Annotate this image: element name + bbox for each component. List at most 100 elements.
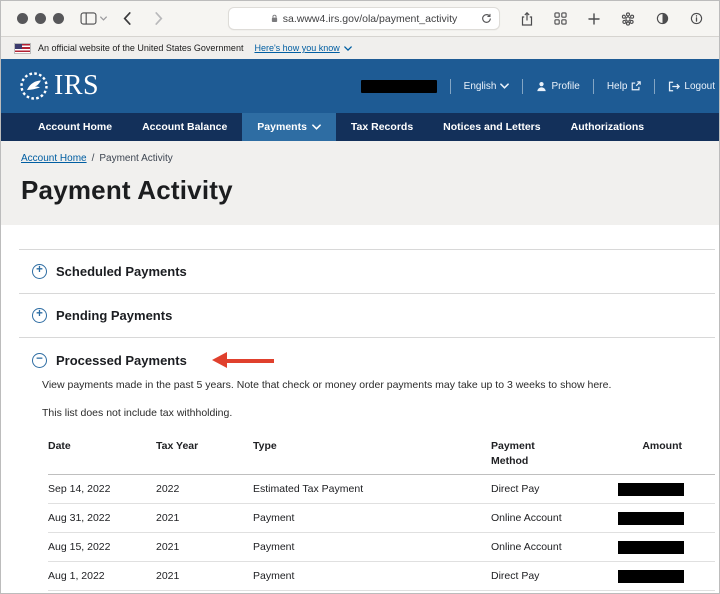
extensions-icon[interactable] — [621, 11, 635, 26]
breadcrumb-separator: / — [91, 153, 95, 164]
table-row: Aug 15, 2022 2021 Payment Online Account — [48, 533, 715, 562]
chevron-down-icon — [100, 16, 107, 21]
header-utility-nav: English Profile Help Logout — [360, 78, 715, 94]
cell-tax-year: 2021 — [156, 512, 180, 524]
window-zoom-button[interactable] — [53, 13, 64, 24]
logout-icon — [668, 81, 681, 92]
gov-banner-link[interactable]: Here's how you know — [254, 43, 352, 53]
chevron-down-icon — [312, 124, 321, 130]
logout-link[interactable]: Logout — [668, 81, 715, 92]
amount-redacted-bar — [618, 569, 684, 583]
logout-label: Logout — [684, 80, 715, 92]
username-redacted — [360, 79, 437, 93]
reload-button[interactable] — [481, 13, 492, 24]
primary-nav: Account Home Account Balance Payments Ta… — [1, 113, 719, 141]
gov-banner-text: An official website of the United States… — [38, 43, 244, 53]
chevron-down-icon — [343, 45, 352, 51]
page-hero: Account Home / Payment Activity Payment … — [1, 141, 719, 225]
external-link-icon — [631, 81, 642, 91]
breadcrumb: Account Home / Payment Activity — [21, 153, 713, 164]
help-link[interactable]: Help — [607, 81, 642, 92]
sidebar-toggle-button[interactable] — [80, 12, 107, 25]
cell-type: Estimated Tax Payment — [253, 483, 364, 495]
info-circle-icon[interactable] — [690, 12, 703, 25]
red-annotation-arrow — [211, 352, 274, 369]
language-dropdown[interactable]: English — [464, 81, 510, 92]
table-row: Aug 31, 2022 2021 Payment Online Account — [48, 504, 715, 533]
profile-label: Profile — [551, 80, 580, 92]
new-tab-icon[interactable] — [588, 12, 600, 25]
separator — [592, 78, 594, 94]
cell-tax-year: 2021 — [156, 541, 180, 553]
window-minimize-button[interactable] — [35, 13, 46, 24]
chevron-down-icon — [500, 83, 510, 89]
cell-method: Direct Pay — [491, 483, 540, 495]
cell-type: Payment — [253, 570, 295, 582]
table-row: Sep 14, 2022 2022 Estimated Tax Payment … — [48, 475, 715, 504]
col-header-tax-year: Tax Year — [156, 440, 199, 452]
cell-tax-year: 2021 — [156, 570, 180, 582]
window-controls[interactable] — [17, 13, 64, 24]
share-icon[interactable] — [521, 11, 533, 26]
cell-date: Aug 1, 2022 — [48, 570, 105, 582]
language-label: English — [463, 80, 497, 92]
cell-type: Payment — [253, 541, 295, 553]
nav-item-payments[interactable]: Payments — [242, 113, 336, 141]
plus-circle-icon — [32, 308, 47, 323]
minus-circle-icon — [32, 353, 47, 368]
nav-item-tax-records[interactable]: Tax Records — [336, 113, 428, 141]
amount-redacted-bar — [618, 482, 684, 496]
back-button[interactable] — [123, 12, 131, 25]
col-header-date: Date — [48, 440, 71, 452]
gov-banner: An official website of the United States… — [1, 37, 719, 59]
nav-item-account-balance[interactable]: Account Balance — [127, 113, 242, 141]
main-content: Scheduled Payments Pending Payments Proc… — [1, 225, 719, 593]
accordion-scheduled-payments[interactable]: Scheduled Payments — [19, 250, 715, 293]
col-header-payment-method: Payment Method — [491, 440, 535, 467]
lock-icon — [271, 14, 278, 23]
reader-contrast-icon[interactable] — [656, 12, 669, 25]
cell-method: Direct Pay — [491, 570, 540, 582]
profile-link[interactable]: Profile — [536, 80, 580, 92]
breadcrumb-current: Payment Activity — [99, 153, 173, 164]
browser-window: sa.www4.irs.gov/ola/payment_activity An … — [0, 0, 720, 594]
processed-description: View payments made in the past 5 years. … — [42, 379, 612, 391]
arrow-head — [211, 352, 227, 368]
payments-table: Date Tax Year Type Payment Method Amount… — [48, 436, 715, 591]
url-text: sa.www4.irs.gov/ola/payment_activity — [282, 12, 458, 25]
window-close-button[interactable] — [17, 13, 28, 24]
nav-item-payments-label: Payments — [257, 121, 307, 133]
accordion-processed-payments[interactable]: Processed Payments — [19, 338, 715, 369]
history-nav — [123, 12, 163, 25]
nav-item-authorizations[interactable]: Authorizations — [556, 113, 660, 141]
tab-grid-icon[interactable] — [554, 12, 567, 25]
person-icon — [536, 81, 547, 92]
irs-eagle-emblem-icon — [19, 71, 49, 101]
page-title: Payment Activity — [21, 175, 233, 205]
forward-button[interactable] — [155, 12, 163, 25]
separator — [449, 78, 451, 94]
accordion-label: Processed Payments — [56, 353, 187, 368]
plus-circle-icon — [32, 264, 47, 279]
nav-item-account-home[interactable]: Account Home — [23, 113, 127, 141]
nav-item-notices-letters[interactable]: Notices and Letters — [428, 113, 555, 141]
irs-header: IRS English Profile Help Logout — [1, 59, 719, 113]
separator — [522, 78, 524, 94]
cell-method: Online Account — [491, 512, 562, 524]
cell-date: Aug 15, 2022 — [48, 541, 111, 553]
amount-redacted-bar — [618, 511, 684, 525]
table-header-row: Date Tax Year Type Payment Method Amount — [48, 436, 715, 475]
irs-logo-text: IRS — [54, 70, 100, 101]
arrow-tail — [226, 358, 274, 363]
cell-method: Online Account — [491, 541, 562, 553]
gov-banner-link-label: Here's how you know — [254, 43, 340, 53]
toolbar-actions — [521, 11, 707, 26]
table-row: Aug 1, 2022 2021 Payment Direct Pay — [48, 562, 715, 591]
accordion-label: Scheduled Payments — [56, 264, 187, 279]
irs-logo[interactable]: IRS — [19, 71, 99, 101]
breadcrumb-account-home[interactable]: Account Home — [21, 153, 87, 164]
address-bar[interactable]: sa.www4.irs.gov/ola/payment_activity — [228, 7, 500, 30]
us-flag-icon — [14, 42, 31, 54]
accordion-label: Pending Payments — [56, 308, 173, 323]
accordion-pending-payments[interactable]: Pending Payments — [19, 294, 715, 337]
